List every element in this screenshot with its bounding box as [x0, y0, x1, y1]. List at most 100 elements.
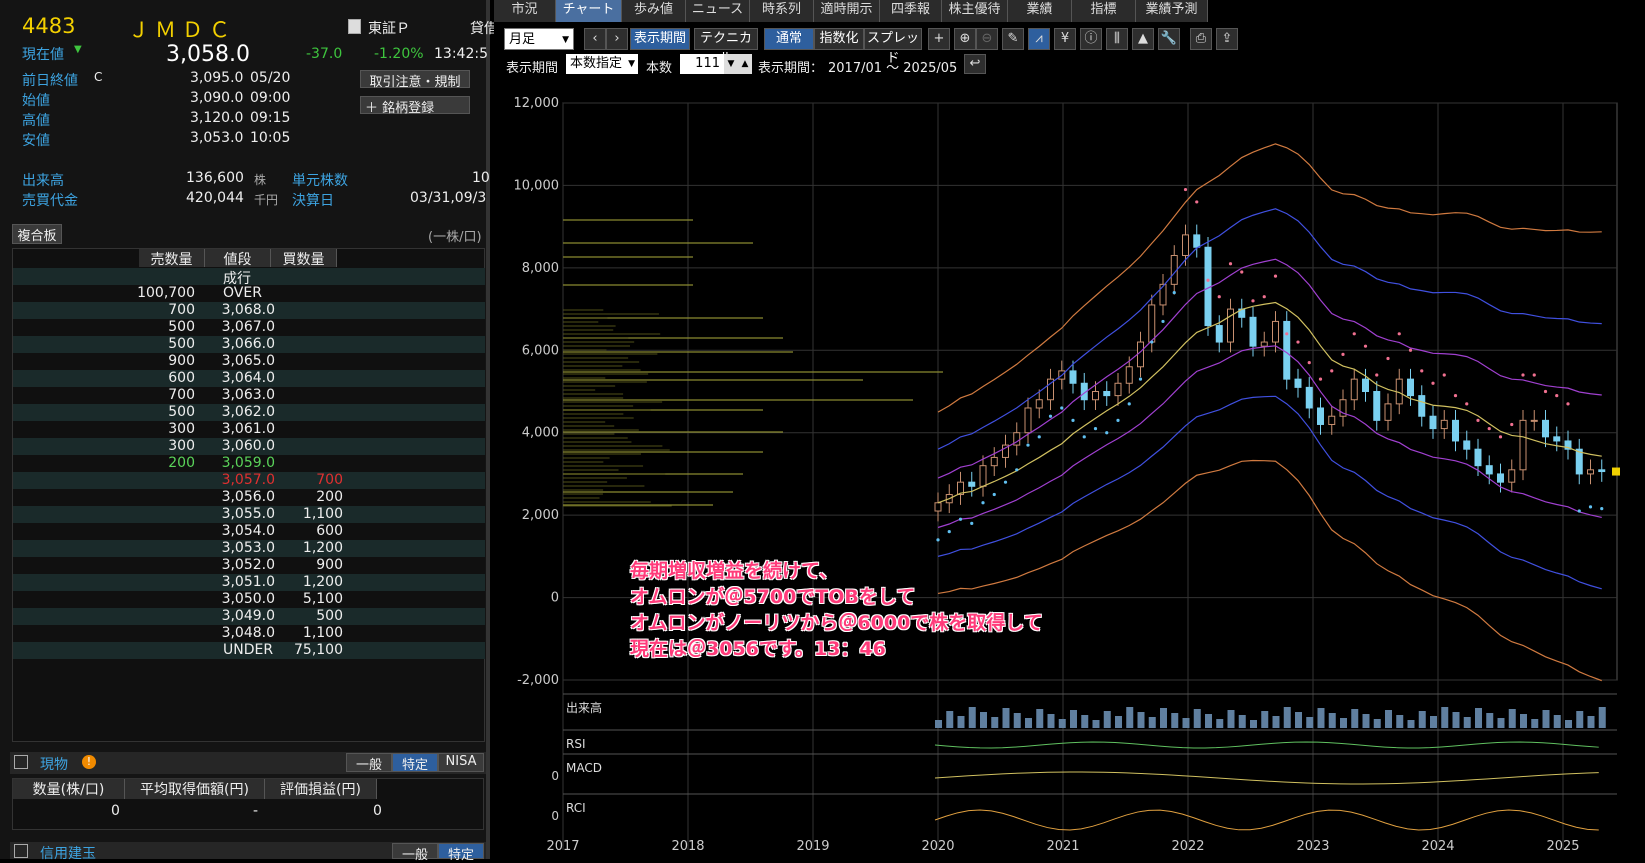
- sar-dot: [981, 501, 984, 504]
- sar-dot: [1240, 270, 1243, 273]
- volume-bar: [1250, 720, 1257, 728]
- volume-bar: [1104, 711, 1111, 728]
- rsi-line: [935, 742, 1599, 748]
- candle: [1509, 470, 1515, 482]
- volume-bar: [1160, 708, 1167, 728]
- candle: [1138, 342, 1144, 367]
- candle: [1374, 392, 1380, 421]
- y-tick-label: 2,000: [522, 508, 559, 523]
- sar-dot: [1521, 373, 1524, 376]
- volume-bar: [1284, 707, 1291, 728]
- x-tick-label: 2023: [1296, 839, 1329, 854]
- stock-chart: 12,00010,0008,0006,0004,0002,0000-2,0002…: [0, 0, 1645, 859]
- volume-bar: [1138, 712, 1145, 728]
- rci-zero: 0: [551, 809, 559, 823]
- volume-bar: [1509, 709, 1516, 728]
- sar-dot: [1566, 402, 1569, 405]
- volume-bar: [1329, 713, 1336, 728]
- sar-dot: [1386, 357, 1389, 360]
- sar-dot: [1308, 361, 1311, 364]
- sar-dot: [1094, 427, 1097, 430]
- macd-zero: 0: [551, 769, 559, 783]
- volume-bar: [1340, 718, 1347, 728]
- volume-bar: [1351, 709, 1358, 728]
- x-tick-label: 2021: [1046, 839, 1079, 854]
- sar-dot: [1128, 402, 1131, 405]
- volume-bar: [1070, 710, 1077, 728]
- candle: [1295, 379, 1301, 387]
- volume-bar: [1520, 714, 1527, 728]
- sar-dot: [1319, 378, 1322, 381]
- x-tick-label: 2018: [671, 839, 704, 854]
- volume-bar: [1441, 707, 1448, 728]
- candle: [1216, 326, 1222, 342]
- volume-bar: [1599, 707, 1606, 728]
- candle: [1329, 416, 1335, 424]
- sar-dot: [1330, 369, 1333, 372]
- candle: [1318, 408, 1324, 424]
- candle: [1363, 379, 1369, 391]
- volume-bar: [935, 720, 942, 728]
- candle: [1070, 371, 1076, 383]
- y-tick-label: 6,000: [522, 343, 559, 358]
- volume-bar: [958, 716, 965, 728]
- candle: [1599, 470, 1605, 472]
- candle: [1104, 392, 1110, 396]
- volume-bar: [1498, 718, 1505, 728]
- volume-bar: [969, 707, 976, 728]
- candle: [1160, 284, 1166, 305]
- sar-dot: [1060, 406, 1063, 409]
- candle: [1183, 235, 1189, 256]
- volume-bar: [1385, 710, 1392, 728]
- y-tick-label: 12,000: [514, 96, 560, 111]
- annotation-line-1: 毎期増収増益を続けて、: [630, 556, 838, 583]
- sar-dot: [1274, 275, 1277, 278]
- sar-dot: [1184, 188, 1187, 191]
- candle: [935, 503, 941, 511]
- sar-dot: [1353, 332, 1356, 335]
- sar-dot: [1341, 353, 1344, 356]
- macd-line: [935, 772, 1599, 784]
- y-tick-label: 8,000: [522, 261, 559, 276]
- sar-dot: [1296, 340, 1299, 343]
- sar-dot: [1218, 295, 1221, 298]
- volume-bar: [1396, 715, 1403, 728]
- x-tick-label: 2019: [796, 839, 829, 854]
- volume-bar: [1565, 720, 1572, 728]
- sar-dot: [1488, 427, 1491, 430]
- band-line: [938, 346, 1602, 528]
- sar-dot: [1578, 509, 1581, 512]
- volume-bar: [1115, 716, 1122, 728]
- volume-bar: [1576, 711, 1583, 728]
- volume-bar: [1149, 717, 1156, 728]
- volume-bar: [1025, 718, 1032, 728]
- volume-bar: [1531, 719, 1538, 728]
- current-price-marker: [1612, 468, 1620, 476]
- candle: [1036, 400, 1042, 408]
- x-tick-label: 2025: [1546, 839, 1579, 854]
- candle: [1351, 379, 1357, 400]
- sar-dot: [936, 538, 939, 541]
- volume-bar: [1239, 715, 1246, 728]
- candle: [1273, 321, 1279, 342]
- volume-bar: [1554, 715, 1561, 728]
- sar-dot: [1499, 435, 1502, 438]
- candle: [1149, 305, 1155, 342]
- volume-bar: [991, 717, 998, 728]
- y-tick-label: -2,000: [517, 673, 559, 688]
- candle: [1441, 420, 1447, 428]
- candle: [1464, 441, 1470, 449]
- volume-bar: [1374, 719, 1381, 728]
- annotation-line-4: 現在は＠3056です。13：46: [630, 634, 886, 661]
- sar-dot: [1195, 200, 1198, 203]
- candle: [1498, 474, 1504, 482]
- volume-bar: [1261, 711, 1268, 728]
- volume-bar: [1464, 717, 1471, 728]
- annotation-line-2: オムロンが＠5700でTOBをして: [630, 582, 915, 609]
- band-line: [938, 460, 1602, 680]
- candle: [1385, 404, 1391, 420]
- sar-dot: [1139, 378, 1142, 381]
- candle: [1126, 367, 1132, 383]
- band-line: [938, 144, 1602, 412]
- sar-dot: [970, 522, 973, 525]
